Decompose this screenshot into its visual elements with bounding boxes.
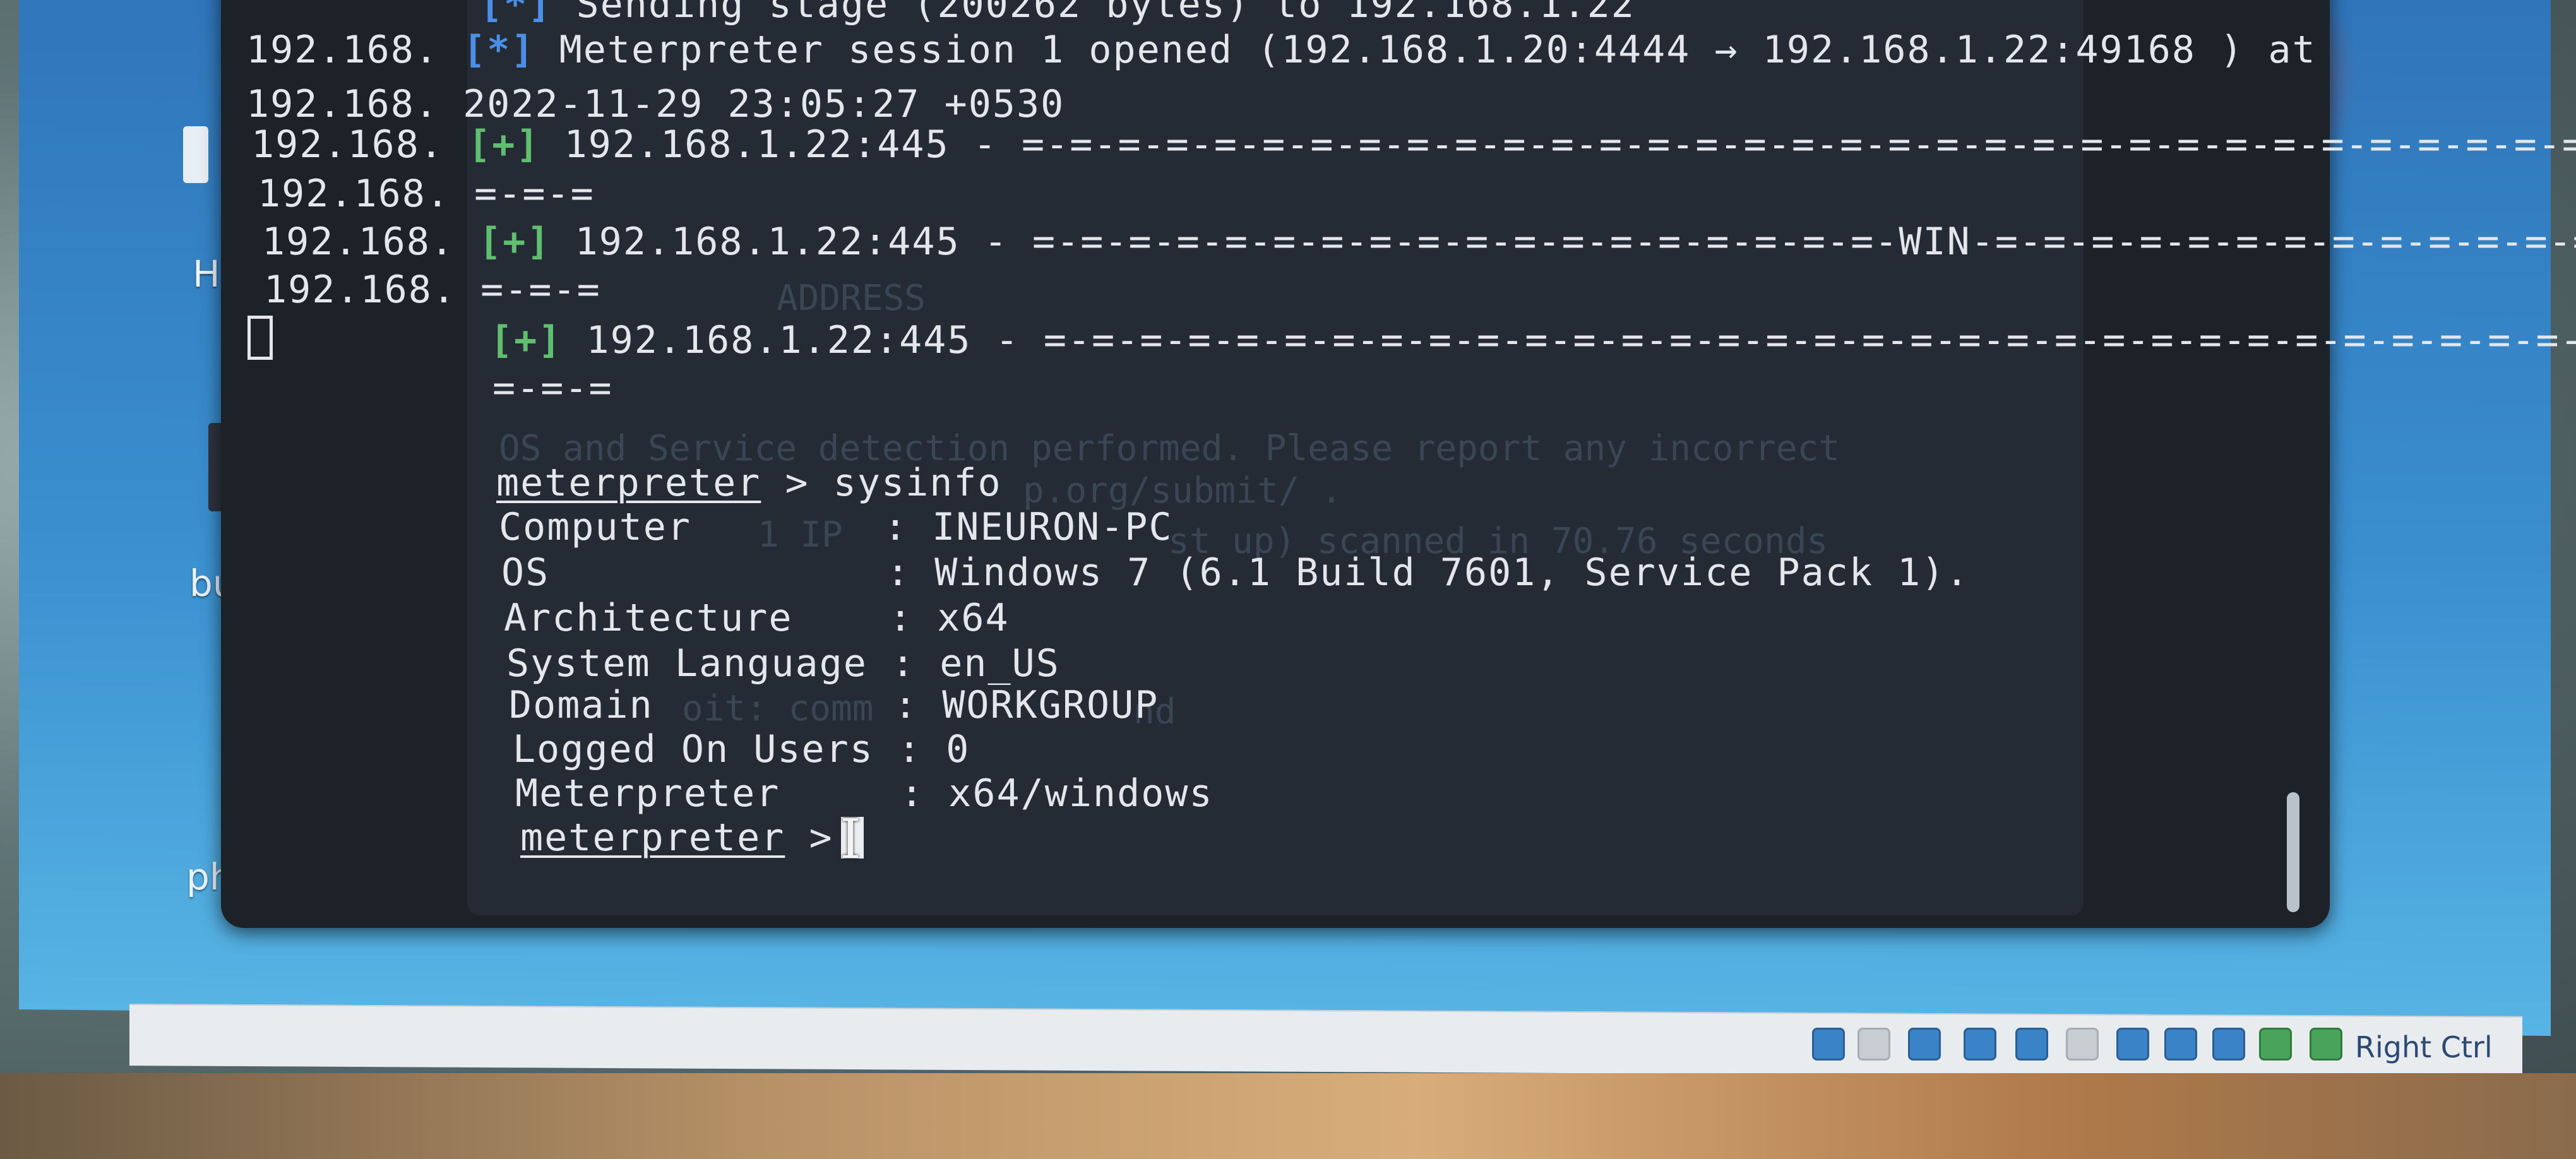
video-capture-icon[interactable]: [2164, 1028, 2197, 1061]
sysinfo-value: x64/windows: [948, 771, 1213, 816]
sysinfo-value: WORKGROUP: [942, 683, 1159, 727]
prompt-suffix: >: [761, 461, 833, 505]
virtualization-icon[interactable]: [2259, 1028, 2292, 1061]
optical-drive-icon[interactable]: [1857, 1028, 1890, 1061]
prompt-word: meterpreter: [496, 461, 761, 505]
sysinfo-key: Logged On Users: [513, 727, 874, 771]
desktop-icon-1[interactable]: [183, 126, 208, 183]
sysinfo-row: OS : Windows 7 (6.1 Build 7601, Service …: [501, 550, 1970, 595]
sysinfo-key: OS: [501, 550, 862, 595]
cpu-icon[interactable]: [2212, 1028, 2245, 1061]
mouse-ibeam-cursor: I: [840, 808, 861, 871]
shared-folder-icon[interactable]: [2066, 1028, 2099, 1061]
sysinfo-separator: :: [867, 641, 940, 686]
sysinfo-value: INEURON-PC: [932, 505, 1173, 549]
network-icon[interactable]: [1964, 1028, 1996, 1061]
hard-disk-icon[interactable]: [1812, 1028, 1845, 1061]
ip-prefix: 192.168.: [262, 220, 455, 264]
command-text: sysinfo: [833, 461, 1002, 505]
ip-prefix: 192.168.: [251, 122, 444, 167]
terminal-line: 192.168. 2022-11-29 23:05:27 +0530: [246, 82, 1064, 126]
marker: [+]: [468, 122, 540, 167]
usb-icon[interactable]: [2015, 1028, 2048, 1061]
terminal-scrollbar[interactable]: [2287, 792, 2299, 912]
line-text: =-=-=: [492, 366, 613, 410]
sysinfo-row: Domain : WORKGROUP: [509, 683, 1159, 727]
sysinfo-key: Architecture: [504, 596, 865, 640]
terminal-line: 192.168. [+] 192.168.1.22:445 - =-=-=-=-…: [251, 122, 2576, 167]
marker: [+]: [490, 318, 563, 362]
sysinfo-key: Computer: [499, 505, 860, 549]
sysinfo-key: Domain: [509, 683, 870, 727]
display-icon[interactable]: [2116, 1028, 2149, 1061]
sysinfo-row: Architecture : x64: [504, 596, 1010, 640]
line-text: 192.168.1.22:445 - =-=-=-=-=-=-=-=-=-=-=…: [586, 318, 2576, 362]
ip-prefix: 192.168.: [264, 268, 456, 312]
photo-scene: H bu phoe ADDRESS OS and Service detecti…: [0, 0, 2576, 1159]
sysinfo-row: Computer : INEURON-PC: [499, 505, 1172, 549]
marker: [+]: [479, 220, 551, 264]
sysinfo-separator: :: [859, 505, 933, 549]
desk-surface: [0, 1073, 2576, 1159]
terminal-line: [*] Sending stage (200262 bytes) to 192.…: [480, 0, 1635, 27]
sysinfo-separator: :: [873, 727, 946, 771]
sysinfo-separator: :: [864, 596, 938, 640]
terminal-line: =-=-=: [492, 366, 613, 410]
vm-statusbar: [129, 1004, 2522, 1078]
prompt-word: meterpreter: [520, 816, 785, 860]
terminal-line: 192.168. [+] 192.168.1.22:445 - =-=-=-=-…: [262, 220, 2576, 264]
line-text: 192.168.1.22:445 - =-=-=-=-=-=-=-=-=-=-=…: [564, 122, 2576, 167]
sysinfo-key: System Language: [506, 641, 868, 686]
line-text: Meterpreter session 1 opened (192.168.1.…: [559, 28, 2317, 72]
audio-icon[interactable]: [1908, 1028, 1941, 1061]
sysinfo-value: Windows 7 (6.1 Build 7601, Service Pack …: [934, 550, 1970, 595]
line-text: 192.168.1.22:445 - =-=-=-=-=-=-=-=-=-=-=…: [575, 220, 2576, 264]
sysinfo-row: Logged On Users : 0: [513, 727, 970, 771]
active-prompt[interactable]: meterpreter >: [520, 816, 857, 860]
line-text: Sending stage (200262 bytes) to 192.168.…: [576, 0, 1635, 27]
line-text: =-=-=: [474, 172, 595, 216]
command-line: meterpreter > sysinfo: [496, 461, 1002, 505]
line-text: =-=-=: [480, 268, 601, 312]
terminal-line: 192.168. =-=-=: [258, 172, 595, 216]
line-text: 2022-11-29 23:05:27 +0530: [463, 82, 1065, 126]
mouse-integration-icon[interactable]: [2310, 1028, 2342, 1061]
ip-prefix: 192.168.: [246, 28, 439, 72]
desktop-label-h[interactable]: H: [193, 253, 220, 295]
sysinfo-separator: :: [862, 550, 935, 595]
sysinfo-value: en_US: [939, 641, 1060, 686]
sysinfo-key: Meterpreter: [515, 771, 876, 816]
sysinfo-value: 0: [946, 727, 970, 771]
marker: [*]: [480, 0, 552, 27]
ip-prefix: 192.168.: [258, 172, 450, 216]
sysinfo-separator: :: [876, 771, 949, 816]
terminal-cursor-back: [247, 316, 273, 360]
marker: [*]: [463, 28, 535, 72]
terminal-line: 192.168. [*] Meterpreter session 1 opene…: [246, 28, 2317, 72]
sysinfo-row: Meterpreter : x64/windows: [515, 771, 1213, 816]
sysinfo-value: x64: [937, 596, 1010, 640]
sysinfo-row: System Language : en_US: [506, 641, 1060, 686]
terminal-line: 192.168. =-=-=: [264, 268, 601, 312]
terminal-line: [+] 192.168.1.22:445 - =-=-=-=-=-=-=-=-=…: [490, 318, 2576, 362]
sysinfo-separator: :: [869, 683, 943, 727]
ip-prefix: 192.168.: [246, 82, 439, 126]
host-key-label: Right Ctrl: [2355, 1030, 2493, 1064]
